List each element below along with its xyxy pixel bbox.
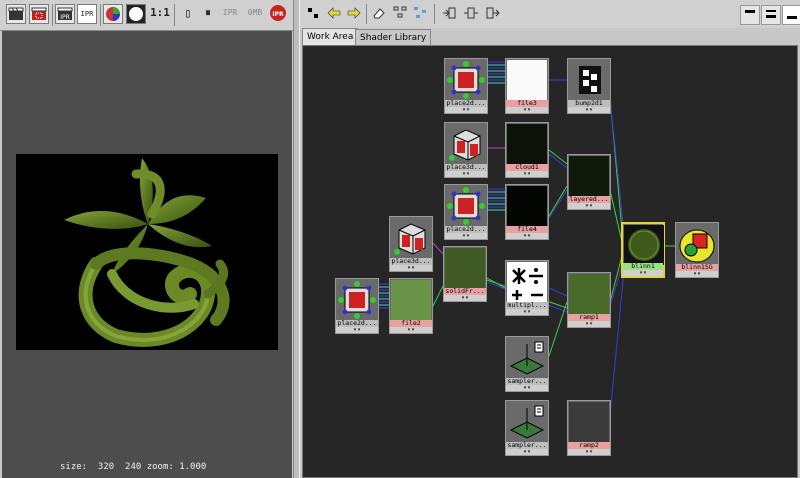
render-view-toolbar: IPR IPR 1:1 ▯ ⏸ IPR 0MB IPR	[0, 0, 293, 31]
layout-bottom-icon[interactable]	[782, 5, 800, 25]
io-connections-icon[interactable]	[462, 5, 480, 23]
node-blinn1[interactable]: blinn1 ▾ ▾	[621, 222, 665, 278]
layered-swatch	[569, 156, 609, 196]
node-place3d-1[interactable]: place3d... ▾ ▾	[444, 122, 488, 178]
node-ramp1[interactable]: ramp1 ▾ ▾	[567, 272, 611, 328]
render-clapper-icon[interactable]	[6, 4, 26, 24]
node-sampler-info-2[interactable]: sampler... ▾ ▾	[505, 400, 549, 456]
tab-shader-library[interactable]: Shader Library	[355, 29, 432, 46]
render-region-icon[interactable]	[29, 4, 49, 24]
ipr-clapper-icon[interactable]: IPR	[55, 4, 75, 24]
place2d-icon	[446, 60, 486, 100]
ramp1-swatch	[569, 274, 609, 314]
input-connections-icon[interactable]	[440, 5, 458, 23]
ipr-stop-label: IPR	[272, 11, 284, 18]
graph-icon[interactable]	[391, 5, 409, 23]
place2d-icon	[446, 186, 486, 226]
cloud1-swatch	[507, 124, 547, 164]
layout-top-icon[interactable]	[740, 5, 760, 25]
connection-wires	[379, 61, 675, 427]
snapshot-icon[interactable]: ▯	[178, 4, 198, 24]
node-place2d-3[interactable]: place2d... ▾ ▾	[335, 278, 379, 334]
rendered-image	[16, 154, 278, 350]
ipr-stop-icon[interactable]: IPR	[268, 4, 288, 24]
node-ramp2[interactable]: ramp2 ▾ ▾	[567, 400, 611, 456]
svg-text:IPR: IPR	[60, 14, 70, 21]
node-blinn1sg[interactable]: blinn1SG ▾ ▾	[675, 222, 719, 278]
node-place3d-2[interactable]: place3d... ▾ ▾	[389, 216, 433, 272]
alpha-channel-icon[interactable]	[126, 4, 146, 24]
node-file2[interactable]: file2 ▾ ▾	[389, 278, 433, 334]
multiply-divide-icon	[507, 262, 547, 302]
file4-swatch	[507, 186, 547, 226]
ipr-button-label: IPR	[80, 10, 94, 18]
sampler-info-icon	[507, 338, 547, 378]
bump-icon	[569, 60, 609, 100]
arrow-left-icon[interactable]	[325, 5, 343, 23]
eraser-icon[interactable]	[370, 5, 388, 23]
file2-swatch	[391, 280, 431, 320]
render-status-text: size: 320 240 zoom: 1.000	[60, 462, 207, 472]
ipr-button[interactable]: IPR	[77, 4, 97, 24]
rgb-channel-icon[interactable]	[103, 4, 123, 24]
file3-swatch	[507, 60, 547, 100]
ratio-label: 1:1	[150, 6, 170, 19]
ipr-refresh-button[interactable]: IPR	[219, 4, 241, 24]
layout-both-icon[interactable]	[761, 5, 781, 25]
arrow-out-icon[interactable]	[304, 5, 322, 23]
pause-icon[interactable]: ⏸	[198, 4, 218, 24]
node-solidfractal[interactable]: solidFr... ▾ ▾	[443, 246, 487, 302]
node-sampler-info-1[interactable]: sampler... ▾ ▾	[505, 336, 549, 392]
place2d-icon	[337, 280, 377, 320]
node-place2d-2[interactable]: place2d... ▾ ▾	[444, 184, 488, 240]
rearrange-icon[interactable]	[411, 5, 429, 23]
panel-divider[interactable]	[293, 0, 300, 478]
blinn1-swatch	[624, 225, 664, 265]
tab-work-area[interactable]: Work Area	[302, 28, 359, 46]
ramp2-swatch	[569, 402, 609, 442]
work-area-graph[interactable]: place2d... ▾ ▾ file3 ▾ ▾ bump2d1 ▾ ▾ pla…	[302, 45, 798, 478]
place3d-icon	[446, 124, 486, 164]
shading-group-icon	[677, 224, 717, 264]
node-place2d-1[interactable]: place2d... ▾ ▾	[444, 58, 488, 114]
hypershade-toolbar	[300, 0, 800, 28]
sampler-info-icon	[507, 402, 547, 442]
output-connections-icon[interactable]	[484, 5, 502, 23]
node-bump2d1[interactable]: bump2d1 ▾ ▾	[567, 58, 611, 114]
node-cloud1[interactable]: cloud1 ▾ ▾	[505, 122, 549, 178]
node-file3[interactable]: file3 ▾ ▾	[505, 58, 549, 114]
node-file4[interactable]: file4 ▾ ▾	[505, 184, 549, 240]
solidfractal-swatch	[445, 248, 485, 288]
memory-readout: 0MB	[247, 8, 263, 17]
arrow-right-icon[interactable]	[345, 5, 363, 23]
hypershade-tabs: Work Area Shader Library	[300, 28, 800, 46]
node-layered[interactable]: layered... ▾ ▾	[567, 154, 611, 210]
real-size-button[interactable]: 1:1	[148, 4, 172, 24]
place3d-icon	[391, 218, 431, 258]
node-multiply-divide[interactable]: multipl... ▾ ▾	[505, 260, 549, 316]
